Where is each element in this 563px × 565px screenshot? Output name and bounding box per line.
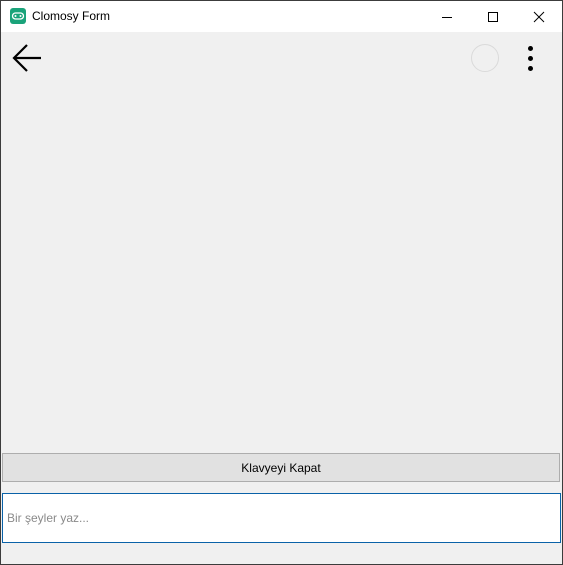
more-vertical-icon <box>527 45 533 51</box>
maximize-icon <box>488 11 498 22</box>
title-bar[interactable]: Clomosy Form <box>1 1 562 32</box>
back-button[interactable] <box>7 38 47 78</box>
more-vertical-icon <box>527 55 533 61</box>
spinner-icon <box>471 44 499 72</box>
close-icon <box>533 11 545 22</box>
more-vertical-icon <box>527 65 533 71</box>
app-window: Clomosy Form Klavyeyi Kapat Bir şeyler y… <box>0 0 563 565</box>
clomosy-app-icon <box>10 8 26 24</box>
close-keyboard-button[interactable]: Klavyeyi Kapat <box>2 453 560 482</box>
more-options-button[interactable] <box>517 38 543 78</box>
content-area <box>1 84 562 453</box>
message-input[interactable] <box>2 493 561 543</box>
minimize-button[interactable] <box>424 1 470 32</box>
minimize-icon <box>442 16 452 18</box>
close-button[interactable] <box>516 1 562 32</box>
window-title: Clomosy Form <box>32 9 111 23</box>
app-toolbar <box>1 32 562 84</box>
maximize-button[interactable] <box>470 1 516 32</box>
arrow-left-icon <box>12 44 41 72</box>
